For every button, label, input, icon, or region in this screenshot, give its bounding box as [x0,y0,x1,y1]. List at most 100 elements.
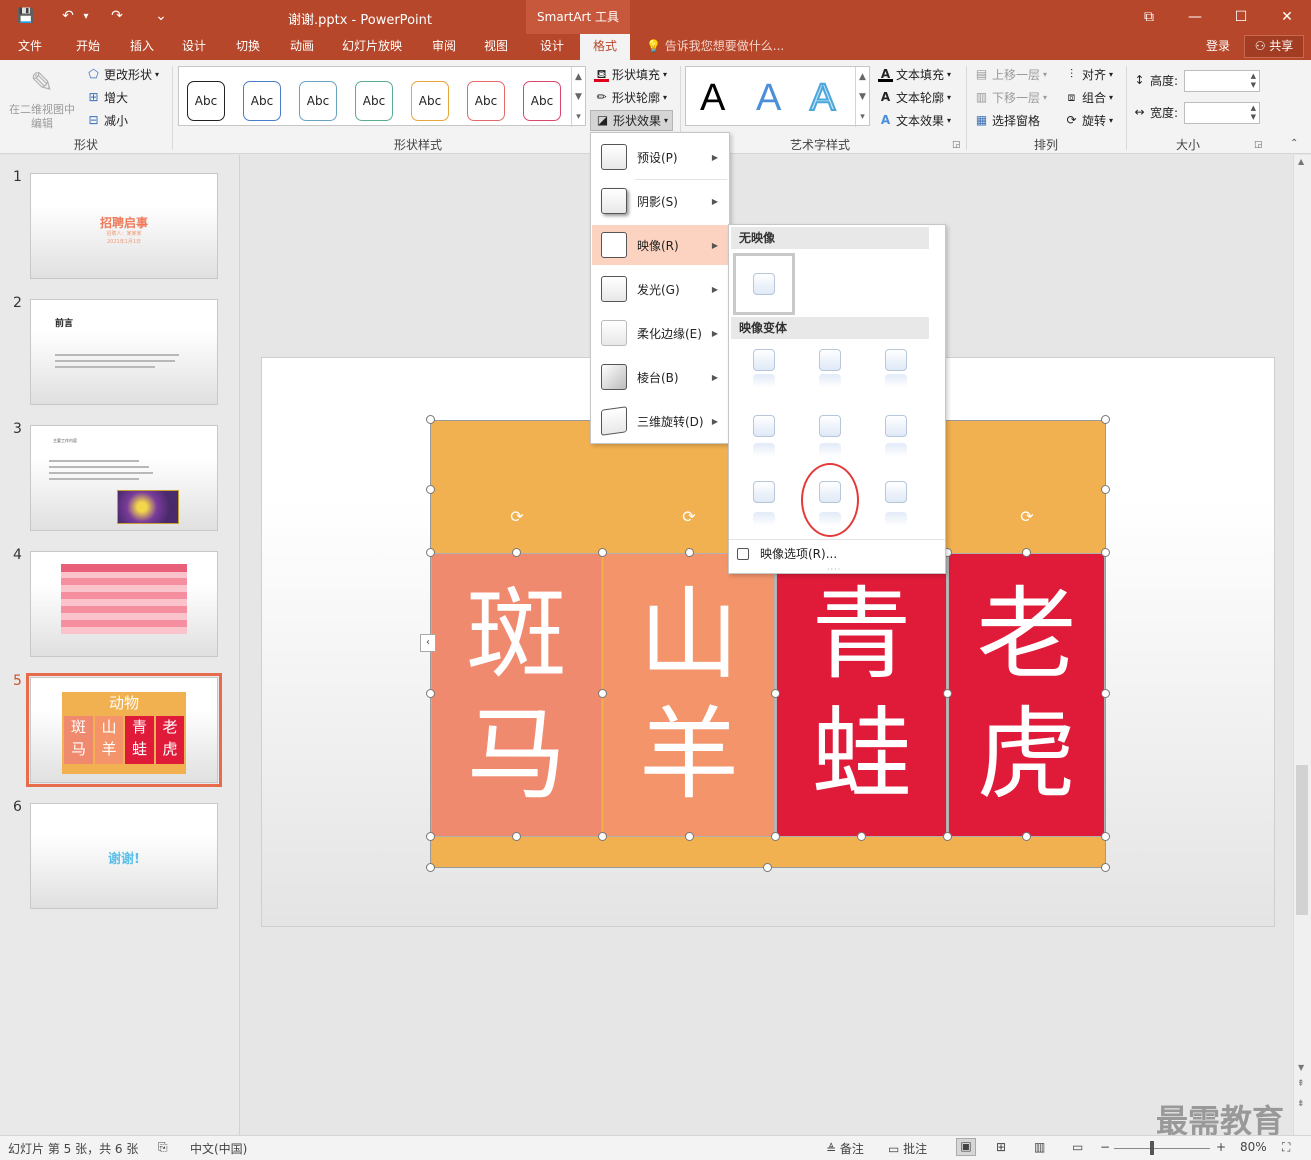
smartart-card-frog[interactable]: 青蛙 [776,553,947,837]
shape-style-4[interactable]: Abc [355,81,393,121]
fit-to-window-icon[interactable]: ⛶ [1282,1140,1290,1155]
menu-item-soft-edges[interactable]: 柔化边缘(E) ▶ [592,313,728,353]
reflection-variation-icon[interactable] [753,349,775,388]
reflection-variation-icon[interactable] [885,415,907,457]
reflection-variation-icon[interactable] [753,415,775,457]
rotate-handle-icon[interactable]: ⟳ [508,508,526,526]
shape-style-1[interactable]: Abc [187,81,225,121]
reflection-options-button[interactable]: 映像选项(R)... [737,545,837,562]
text-fill-button[interactable]: A 文本填充 ▾ [878,66,951,83]
resize-handle[interactable] [1101,548,1110,557]
reflection-variation-icon[interactable] [885,349,907,388]
slide-thumbnail-2[interactable]: 前言 [30,299,218,405]
login-link[interactable]: 登录 [1206,34,1230,60]
tab-format[interactable]: 格式 [580,34,630,60]
tab-file[interactable]: 文件 [4,34,56,60]
smartart-card-zebra[interactable]: 斑马 [431,553,602,837]
slide-thumbnails-pane[interactable]: 1 招聘启事 招聘人：某某某 2021年1月1日 2 前言 3 主要工作内容 4… [0,155,240,1135]
resize-handle[interactable] [426,689,435,698]
spinner-icon[interactable]: ▲ ▼ [1251,104,1256,122]
resize-handle[interactable] [512,832,521,841]
smartart-card-goat[interactable]: 山羊 [603,553,775,837]
comments-button[interactable]: ▭ 批注 [888,1140,927,1157]
tab-review[interactable]: 审阅 [418,34,470,60]
resize-handle[interactable] [1101,832,1110,841]
shape-effects-button[interactable]: ◪ 形状效果 ▾ [590,110,674,131]
tab-design[interactable]: 设计 [168,34,220,60]
height-input[interactable]: ▲ ▼ [1184,70,1260,92]
reflection-variation-icon[interactable] [753,481,775,526]
resize-handle[interactable] [1101,485,1110,494]
share-button[interactable]: ⚇ 共享 [1244,35,1304,58]
menu-item-bevel[interactable]: 棱台(B) ▶ [592,357,728,397]
next-slide-icon[interactable]: ⇟ [1297,1099,1305,1109]
slide-thumbnail-5[interactable]: 动物 斑马 山羊 青蛙 老虎 [26,673,222,787]
resize-handle[interactable] [685,548,694,557]
menu-item-reflection[interactable]: 映像(R) ▶ [592,225,728,265]
menu-item-3d-rotation[interactable]: 三维旋转(D) ▶ [592,401,728,441]
redo-icon[interactable]: ↷ [106,6,128,26]
resize-handle[interactable] [426,832,435,841]
text-effects-button[interactable]: A 文本效果 ▾ [878,112,951,129]
zoom-in-icon[interactable]: + [1216,1140,1226,1154]
gallery-scroll-down-icon[interactable]: ▼ [571,87,585,107]
resize-handle[interactable] [943,832,952,841]
slide-sorter-view-icon[interactable]: ⊞ [996,1140,1006,1154]
group-button[interactable]: ⧈ 组合 ▾ [1064,89,1113,106]
rotate-handle-icon[interactable]: ⟳ [680,508,698,526]
slideshow-view-icon[interactable]: ▭ [1072,1140,1083,1154]
reflection-variation-icon[interactable] [819,349,841,388]
shape-style-7[interactable]: Abc [523,81,561,121]
menu-item-shadow[interactable]: 阴影(S) ▶ [592,181,728,221]
previous-slide-icon[interactable]: ⇞ [1297,1079,1305,1089]
shape-style-2[interactable]: Abc [243,81,281,121]
undo-dropdown-icon[interactable]: ▾ [80,6,92,26]
customize-qat-icon[interactable]: ⌄ [152,6,170,26]
dialog-launcher-icon[interactable]: ◲ [1254,140,1263,150]
edit-in-2d-button[interactable]: ✎ 在二维视图中编辑 [4,66,80,132]
maximize-icon[interactable]: ☐ [1218,0,1264,34]
text-pane-toggle-icon[interactable]: ‹ [420,634,436,652]
reflection-variation-icon[interactable] [819,415,841,457]
tab-animations[interactable]: 动画 [276,34,328,60]
resize-handle[interactable] [512,548,521,557]
resize-handle[interactable] [771,689,780,698]
tab-insert[interactable]: 插入 [116,34,168,60]
wordart-style-outline-blue[interactable]: A [809,76,836,120]
tell-me-search[interactable]: 💡 告诉我您想要做什么... [646,34,784,60]
gallery-scroll-down-icon[interactable]: ▼ [855,87,869,107]
zoom-out-icon[interactable]: − [1100,1140,1110,1154]
shape-style-6[interactable]: Abc [467,81,505,121]
scrollbar-thumb[interactable] [1296,765,1308,915]
shape-style-3[interactable]: Abc [299,81,337,121]
spell-check-icon[interactable]: ⎘ [158,1140,168,1155]
minimize-icon[interactable]: — [1172,0,1218,34]
resize-handle[interactable] [763,863,772,872]
tab-view[interactable]: 视图 [470,34,522,60]
resize-handle[interactable] [943,689,952,698]
larger-button[interactable]: ⊞ 增大 [86,89,128,106]
shape-style-5[interactable]: Abc [411,81,449,121]
rotate-handle-icon[interactable]: ⟳ [1018,508,1036,526]
wordart-style-black[interactable]: A [700,77,725,120]
normal-view-icon[interactable]: ▣ [956,1138,976,1156]
resize-handle[interactable] [598,689,607,698]
tab-home[interactable]: 开始 [62,34,114,60]
resize-handle[interactable] [426,548,435,557]
smaller-button[interactable]: ⊟ 减小 [86,112,128,129]
slide-thumbnail-6[interactable]: 谢谢! [30,803,218,909]
send-backward-button[interactable]: ▥ 下移一层 ▾ [974,89,1047,106]
resize-handle[interactable] [598,548,607,557]
shape-fill-button[interactable]: ⛾ 形状填充 ▾ [594,66,667,83]
slide-thumbnail-3[interactable]: 主要工作内容 [30,425,218,531]
scroll-down-icon[interactable]: ▼ [1298,1063,1304,1072]
rotate-button[interactable]: ⟳ 旋转 ▾ [1064,112,1113,129]
slide-thumbnail-1[interactable]: 招聘启事 招聘人：某某某 2021年1月1日 [30,173,218,279]
menu-item-preset[interactable]: 预设(P) ▶ [592,137,728,177]
text-outline-button[interactable]: A 文本轮廓 ▾ [878,89,951,106]
reflection-variation-icon[interactable] [885,481,907,526]
bring-forward-button[interactable]: ▤ 上移一层 ▾ [974,66,1047,83]
zoom-level[interactable]: 80% [1240,1140,1267,1154]
dialog-launcher-icon[interactable]: ◲ [952,140,961,150]
gallery-more-icon[interactable]: ▾ [855,107,869,127]
